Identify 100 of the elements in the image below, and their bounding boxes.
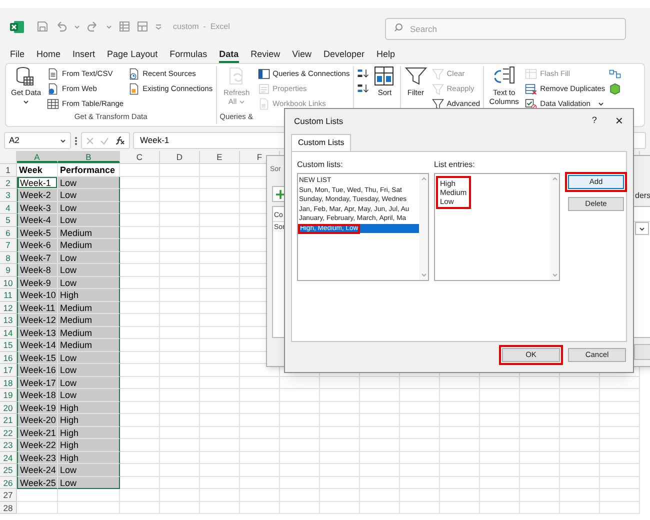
table-cell[interactable] [400, 376, 440, 389]
table-cell[interactable] [440, 502, 480, 514]
table-cell[interactable] [360, 452, 400, 464]
table-cell[interactable]: Low [58, 276, 120, 289]
table-cell[interactable] [160, 264, 200, 276]
table-cell[interactable] [560, 476, 600, 489]
table-cell[interactable]: Low [58, 264, 120, 276]
table-cell[interactable] [160, 364, 200, 376]
table-cell[interactable] [160, 189, 200, 202]
table-cell[interactable] [360, 414, 400, 426]
table-cell[interactable] [200, 164, 240, 176]
column-header[interactable]: D [160, 151, 200, 163]
dialog-tab[interactable]: Custom Lists [291, 134, 352, 151]
table-cell[interactable] [600, 464, 640, 476]
table-cell[interactable] [320, 402, 360, 414]
table-cell[interactable]: High [58, 439, 120, 452]
table-cell[interactable] [160, 326, 200, 339]
table-cell[interactable] [240, 502, 280, 514]
table-cell[interactable] [200, 502, 240, 514]
table-cell[interactable] [200, 176, 240, 189]
table-cell[interactable] [120, 414, 160, 426]
table-cell[interactable] [440, 414, 480, 426]
table-cell[interactable] [600, 476, 640, 489]
table-cell[interactable] [600, 402, 640, 414]
table-cell[interactable] [520, 502, 560, 514]
table-cell[interactable] [400, 502, 440, 514]
table-cell[interactable]: Low [58, 464, 120, 476]
table-cell[interactable] [200, 476, 240, 489]
table-cell[interactable] [120, 214, 160, 226]
table-cell[interactable] [120, 339, 160, 352]
table-cell[interactable] [120, 376, 160, 389]
table-cell[interactable] [360, 426, 400, 439]
table-cell[interactable] [200, 489, 240, 502]
menu-tab[interactable]: Review [250, 48, 280, 63]
table-cell[interactable] [200, 239, 240, 252]
table-cell[interactable]: High [58, 414, 120, 426]
table-cell[interactable] [240, 402, 280, 414]
table-cell[interactable] [200, 289, 240, 302]
table-cell[interactable] [480, 476, 520, 489]
menu-tab[interactable]: Help [376, 48, 396, 63]
table-cell[interactable] [200, 364, 240, 376]
menu-tab[interactable]: View [292, 48, 312, 63]
table-cell[interactable] [200, 439, 240, 452]
table-cell[interactable] [120, 189, 160, 202]
table-cell[interactable] [480, 414, 520, 426]
table-cell[interactable] [320, 489, 360, 502]
table-cell[interactable] [600, 426, 640, 439]
table-cell[interactable] [280, 464, 320, 476]
table-cell[interactable] [400, 439, 440, 452]
table-cell[interactable]: Low [58, 352, 120, 364]
table-cell[interactable] [120, 352, 160, 364]
table-cell[interactable] [120, 426, 160, 439]
table-cell[interactable] [160, 314, 200, 326]
table-cell[interactable] [58, 489, 120, 502]
table-cell[interactable] [160, 439, 200, 452]
menu-tab[interactable]: Home [36, 48, 61, 63]
table-cell[interactable] [400, 402, 440, 414]
table-cell[interactable] [160, 252, 200, 264]
table-cell[interactable]: High [58, 289, 120, 302]
table-cell[interactable]: Low [58, 176, 120, 189]
table-cell[interactable]: Medium [58, 339, 120, 352]
table-cell[interactable] [480, 402, 520, 414]
table-cell[interactable] [200, 302, 240, 314]
table-cell[interactable] [560, 389, 600, 402]
table-cell[interactable] [120, 476, 160, 489]
table-cell[interactable] [120, 364, 160, 376]
table-cell[interactable] [520, 426, 560, 439]
table-cell[interactable] [280, 476, 320, 489]
menu-tab[interactable]: Developer [324, 48, 365, 63]
table-cell[interactable] [200, 414, 240, 426]
table-cell[interactable] [160, 464, 200, 476]
table-cell[interactable] [200, 464, 240, 476]
table-cell[interactable]: Week-25 [17, 476, 58, 489]
table-cell[interactable] [240, 414, 280, 426]
table-cell[interactable]: Low [58, 202, 120, 214]
table-cell[interactable] [600, 489, 640, 502]
table-cell[interactable]: High [58, 402, 120, 414]
table-cell[interactable] [280, 414, 320, 426]
table-cell[interactable]: Week-1 [17, 176, 58, 189]
table-cell[interactable] [320, 464, 360, 476]
table-cell[interactable]: Week-16 [17, 364, 58, 376]
table-cell[interactable]: Week-11 [17, 302, 58, 314]
table-cell[interactable] [560, 464, 600, 476]
table-cell[interactable] [520, 402, 560, 414]
table-cell[interactable] [160, 476, 200, 489]
table-cell[interactable] [200, 214, 240, 226]
table-cell[interactable] [520, 476, 560, 489]
table-cell[interactable] [480, 389, 520, 402]
table-cell[interactable] [280, 376, 320, 389]
table-cell[interactable] [160, 452, 200, 464]
table-cell[interactable]: Week-8 [17, 264, 58, 276]
table-cell[interactable] [200, 376, 240, 389]
table-cell[interactable]: Medium [58, 302, 120, 314]
table-cell[interactable] [58, 502, 120, 514]
table-cell[interactable] [480, 502, 520, 514]
table-cell[interactable]: Low [58, 364, 120, 376]
table-cell[interactable] [240, 389, 280, 402]
table-cell[interactable]: Week-6 [17, 239, 58, 252]
table-cell[interactable] [200, 202, 240, 214]
table-cell[interactable] [440, 402, 480, 414]
